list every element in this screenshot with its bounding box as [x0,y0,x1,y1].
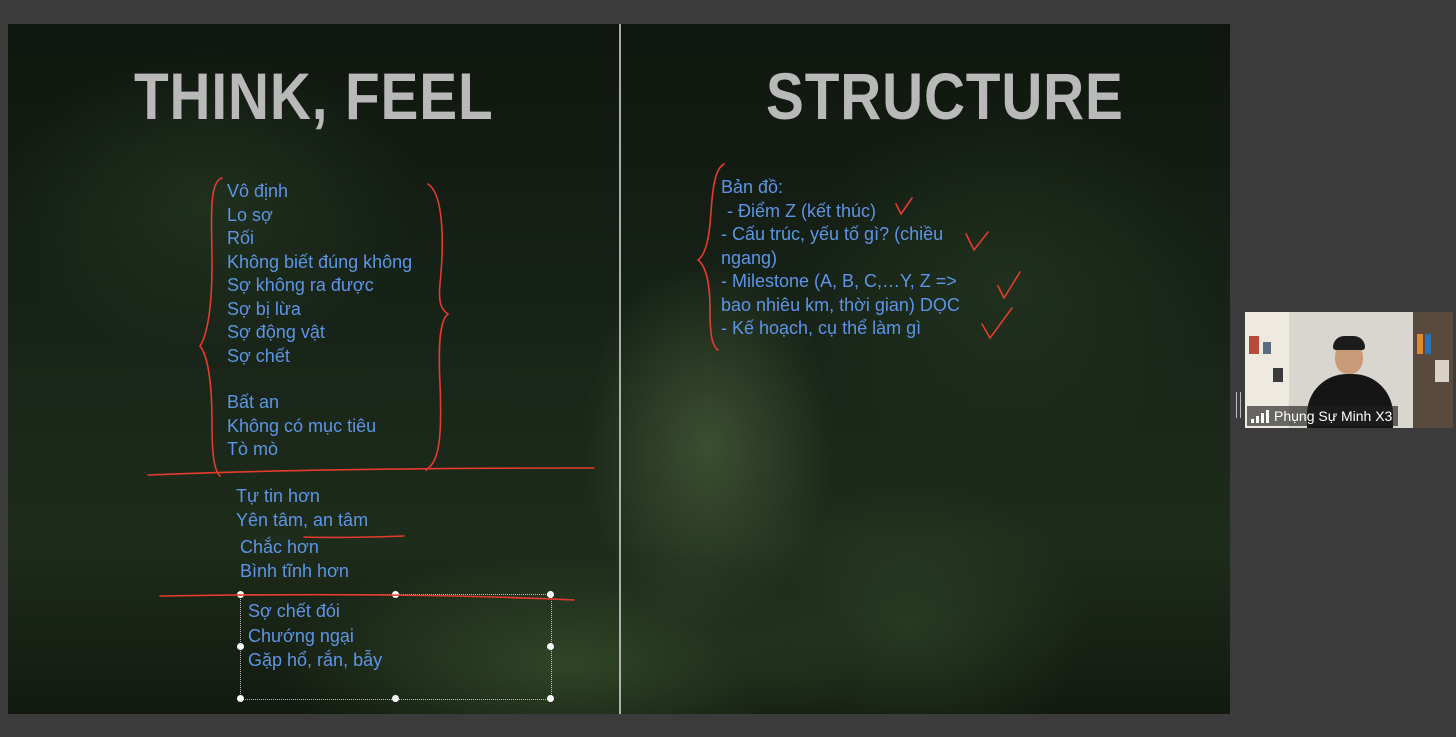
participant-video[interactable]: Phụng Sự Minh X3 [1245,312,1453,428]
underline-calm [303,535,405,539]
book [1273,368,1283,382]
participant-name: Phụng Sự Minh X3 [1274,408,1393,424]
participant-hair [1333,336,1365,350]
book [1435,360,1449,382]
right-brace-stroke [425,183,450,471]
participant-name-tag: Phụng Sự Minh X3 [1247,406,1399,426]
underline-section-2 [159,594,575,601]
book [1249,336,1259,354]
book [1263,342,1271,354]
signal-strength-icon [1251,409,1269,423]
check-mark [997,271,1021,300]
check-mark [895,197,913,216]
ink-annotations [147,163,1021,601]
book [1417,334,1423,354]
presentation-slide: THINK, FEEL STRUCTURE Vô định Lo sợ Rối … [8,24,1230,714]
left-brace-stroke [199,177,223,477]
panel-resize-handle[interactable] [1236,392,1241,418]
check-mark [965,231,989,252]
right-brace-stroke-2 [696,163,725,351]
check-mark [981,307,1013,340]
underline-section-1 [147,467,595,476]
book [1425,334,1431,354]
